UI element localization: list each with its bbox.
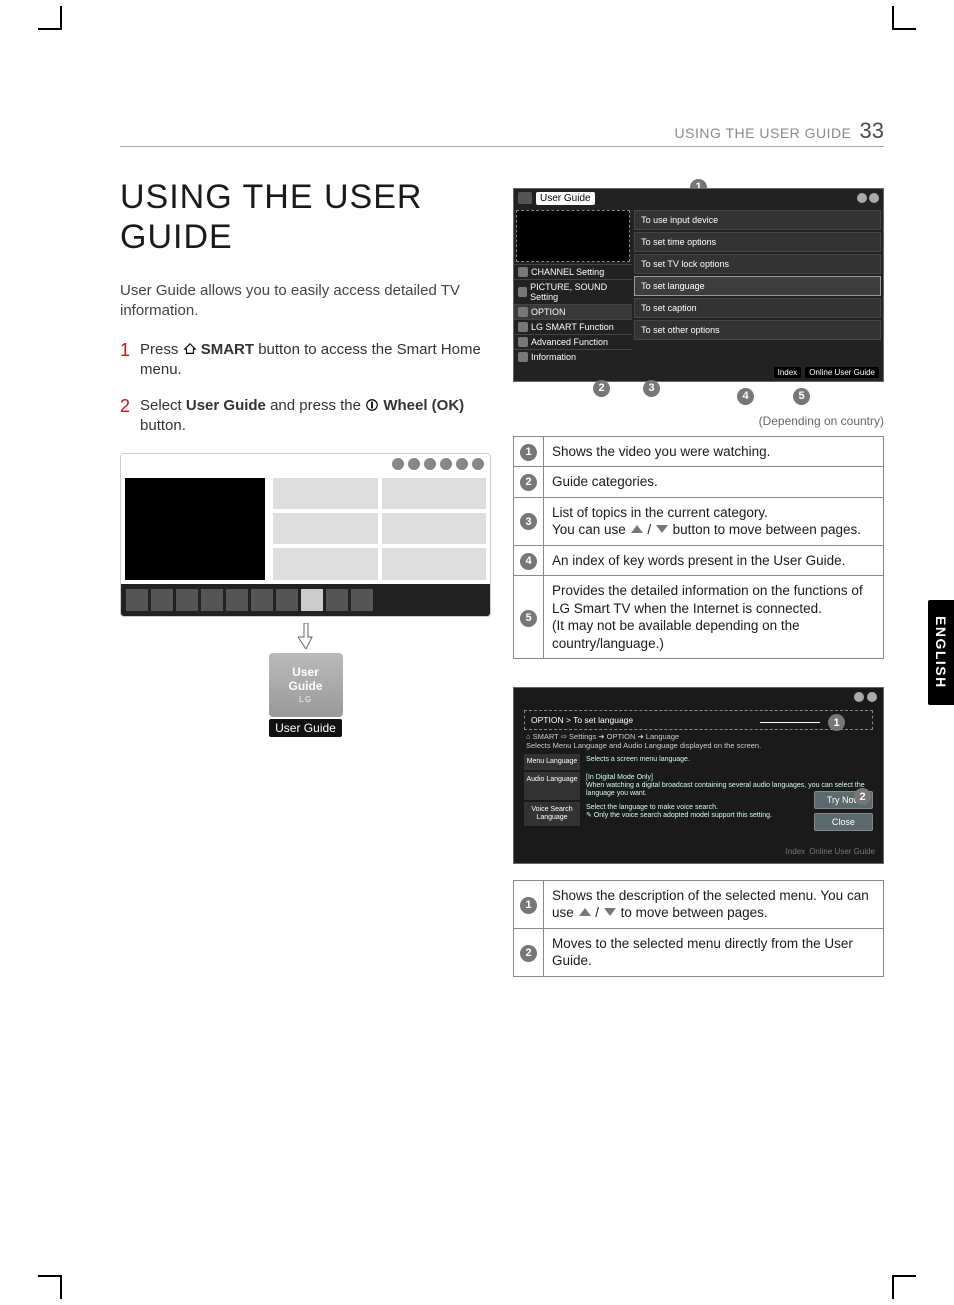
step-1: 1 Press SMART button to access the Smart… [120, 340, 491, 381]
left-column: USING THE USER GUIDE User Guide allows y… [120, 177, 491, 977]
back-icon [854, 692, 864, 702]
desc-row: List of topics in the current category. … [544, 497, 884, 545]
callout-5: 5 [793, 388, 810, 405]
lg-logo: LG [299, 695, 312, 704]
desc-row: An index of key words present in the Use… [544, 545, 884, 576]
info-icon [518, 352, 528, 362]
desc-row: Moves to the selected menu directly from… [544, 928, 884, 976]
user-guide-dock-item [301, 589, 323, 611]
user-guide-screenshot: User Guide CHANNEL Setting PICTURE, SOUN… [513, 188, 884, 382]
desc-row: Shows the description of the selected me… [544, 880, 884, 928]
step-text: Press SMART button to access the Smart H… [140, 340, 491, 381]
index-button: Index [786, 847, 806, 856]
picture-icon [518, 287, 527, 297]
step-number: 2 [120, 396, 130, 437]
running-header: USING THE USER GUIDE 33 [120, 118, 884, 147]
smart-home-screenshot [120, 453, 491, 617]
up-arrow-icon [578, 907, 592, 917]
callout-3: 3 [643, 380, 660, 397]
header-title: USING THE USER GUIDE [675, 125, 852, 141]
arrow-down-icon [298, 623, 314, 649]
list-item: To set other options [634, 320, 881, 340]
close-button: Close [814, 813, 873, 831]
steps-list: 1 Press SMART button to access the Smart… [120, 340, 491, 437]
list-item: To set TV lock options [634, 254, 881, 274]
step-text: Select User Guide and press the Wheel (O… [140, 396, 491, 437]
app-card-label: User Guide [269, 719, 342, 737]
intro-text: User Guide allows you to easily access d… [120, 281, 491, 322]
channel-icon [518, 267, 528, 277]
desc-row: Provides the detailed information on the… [544, 576, 884, 659]
callout-table-2: 1 Shows the description of the selected … [513, 880, 884, 977]
list-item: To set caption [634, 298, 881, 318]
desc-row: Guide categories. [544, 467, 884, 498]
language-option-screenshot: OPTION > To set language 1 ⌂ SMART ⇨ Set… [513, 687, 884, 863]
back-icon [857, 193, 867, 203]
right-column: 1 User Guide CHANNEL Setting PICTURE, SO… [513, 177, 884, 977]
callout-4: 4 [737, 388, 754, 405]
depending-caption: (Depending on country) [513, 414, 884, 428]
screenshot-title: User Guide [536, 192, 595, 205]
book-icon [518, 192, 532, 204]
list-item: To set time options [634, 232, 881, 252]
down-arrow-icon [603, 907, 617, 917]
list-item: To use input device [634, 210, 881, 230]
callout-2: 2 [593, 380, 610, 397]
gear-icon [518, 307, 528, 317]
breadcrumb: OPTION > To set language [524, 710, 873, 730]
home-icon [183, 342, 197, 356]
language-tab: ENGLISH [928, 600, 954, 705]
page: USING THE USER GUIDE 33 USING THE USER G… [0, 0, 954, 977]
close-icon [869, 193, 879, 203]
page-title: USING THE USER GUIDE [120, 177, 491, 257]
wheel-icon [365, 398, 379, 412]
smart-icon [518, 322, 528, 332]
down-arrow-icon [655, 524, 669, 534]
user-guide-app-card: User Guide LG User Guide [120, 653, 491, 737]
online-guide-button: Online User Guide [809, 847, 875, 856]
home-icon: ⌂ [526, 732, 533, 741]
online-guide-button: Online User Guide [805, 367, 879, 378]
page-number: 33 [860, 118, 884, 144]
list-item-selected: To set language [634, 276, 881, 296]
step-2: 2 Select User Guide and press the Wheel … [120, 396, 491, 437]
advanced-icon [518, 337, 528, 347]
callouts-row: 2 3 4 5 [513, 380, 884, 412]
up-arrow-icon [630, 524, 644, 534]
topic-list: To use input device To set time options … [632, 208, 883, 364]
close-icon [867, 692, 877, 702]
video-thumbnail [516, 210, 630, 262]
index-button: Index [774, 367, 802, 378]
callout-table-1: 1Shows the video you were watching. 2Gui… [513, 436, 884, 660]
desc-row: Shows the video you were watching. [544, 436, 884, 467]
category-sidebar: CHANNEL Setting PICTURE, SOUND Setting O… [514, 208, 632, 364]
step-number: 1 [120, 340, 130, 381]
live-tv-thumbnail [125, 478, 265, 580]
